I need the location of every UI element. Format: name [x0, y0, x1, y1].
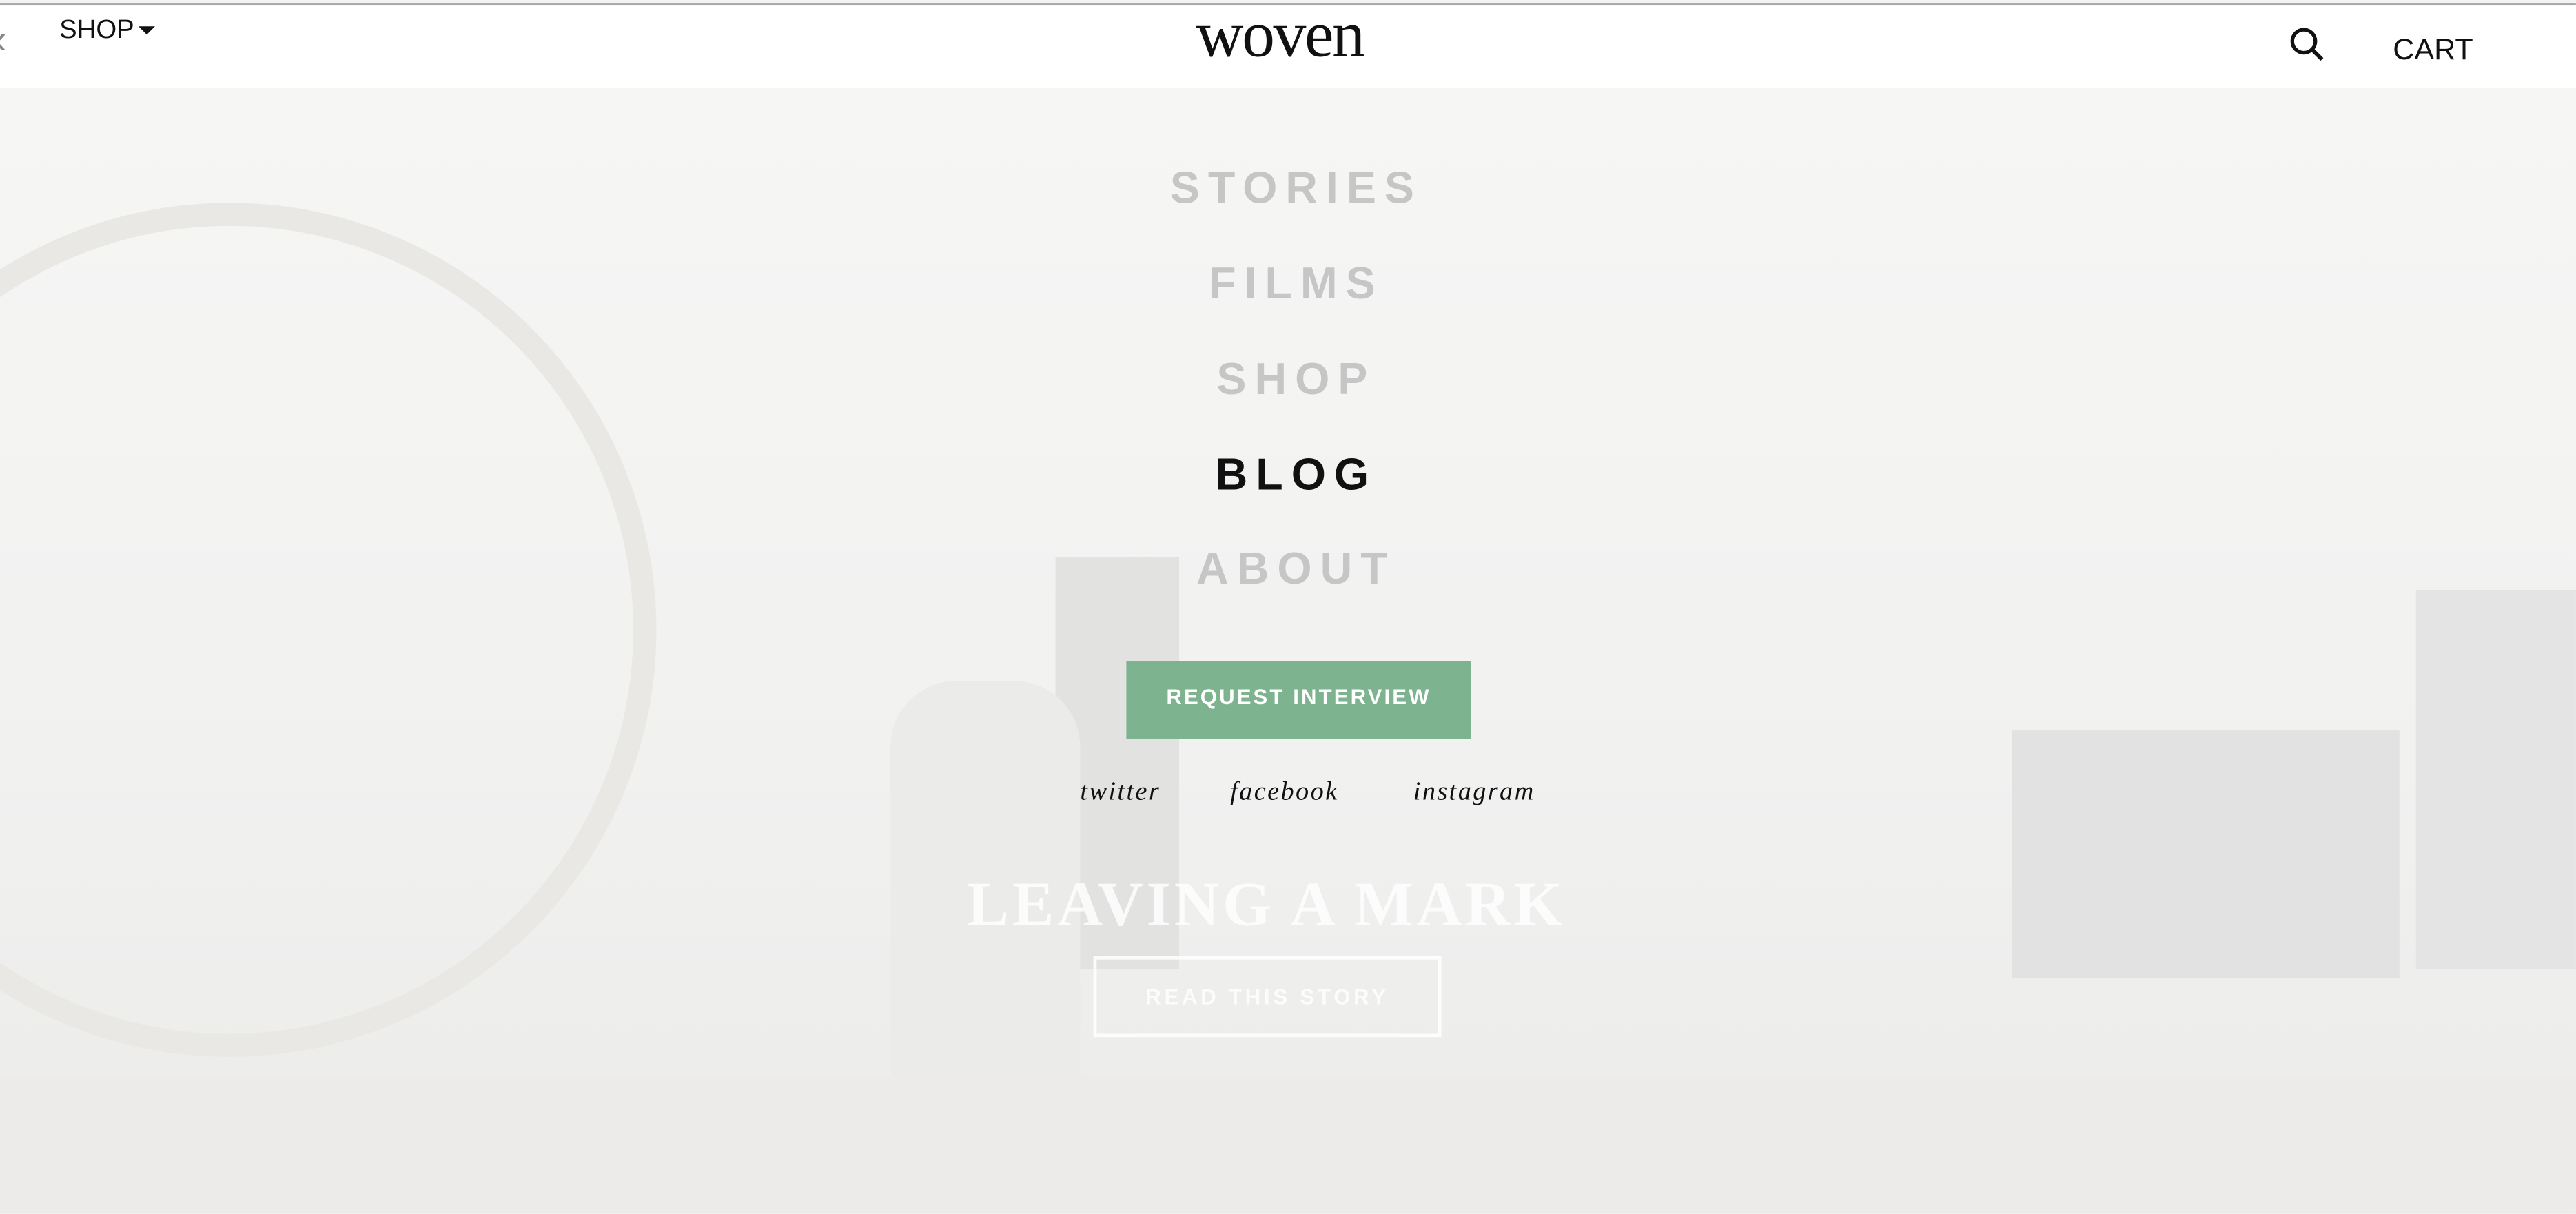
- caret-down-icon: [139, 26, 156, 35]
- site-header: ‹ SHOP woven CART: [0, 0, 2576, 88]
- menu-item-about[interactable]: ABOUT: [966, 544, 1626, 595]
- menu-item-films[interactable]: FILMS: [966, 259, 1626, 310]
- shop-dropdown[interactable]: SHOP: [59, 17, 156, 46]
- page: ‹ SHOP woven CART STORIES FILMS SHOP BLO…: [0, 0, 2576, 1214]
- cart-link[interactable]: CART: [2393, 33, 2473, 68]
- shop-label: SHOP: [59, 16, 134, 45]
- read-story-button[interactable]: READ THIS STORY: [1093, 956, 1442, 1038]
- search-icon[interactable]: [2289, 26, 2325, 63]
- embroidery-hoop-image: [0, 203, 657, 1057]
- facebook-link[interactable]: facebook: [1230, 778, 1338, 807]
- table-surface: [0, 1076, 2576, 1214]
- menu-item-shop[interactable]: SHOP: [966, 354, 1626, 405]
- logo[interactable]: woven: [1115, 0, 1445, 72]
- story-title: LEAVING A MARK: [967, 870, 1566, 940]
- box-image: [2415, 590, 2576, 970]
- menu-item-blog[interactable]: BLOG: [966, 450, 1626, 501]
- menu-item-stories[interactable]: STORIES: [966, 163, 1626, 214]
- hero-background: [0, 87, 2576, 1214]
- chevron-left-icon[interactable]: ‹: [0, 18, 7, 64]
- frame-image: [2012, 730, 2400, 978]
- instagram-link[interactable]: instagram: [1413, 778, 1535, 807]
- request-interview-button[interactable]: REQUEST INTERVIEW: [1126, 661, 1471, 739]
- twitter-link[interactable]: twitter: [1080, 778, 1161, 807]
